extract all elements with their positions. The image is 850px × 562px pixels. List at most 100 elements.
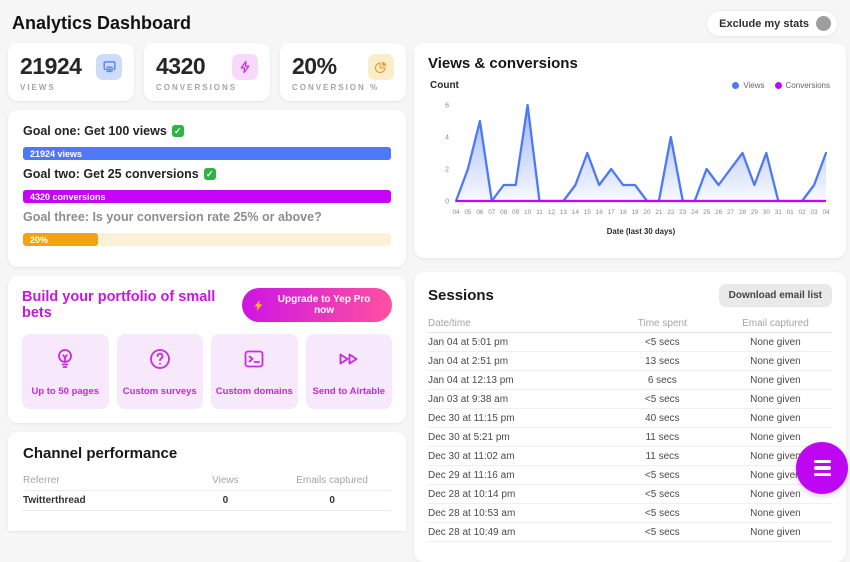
svg-text:13: 13	[560, 209, 568, 216]
channel-cell: Twitterthread	[23, 495, 178, 506]
svg-text:23: 23	[679, 209, 687, 216]
svg-text:02: 02	[799, 209, 807, 216]
stats-row: 21924 VIEWS 4320CONVERSIONS 20% CONVERSION %	[8, 43, 406, 101]
session-cell: None given	[719, 337, 832, 348]
column-header: Emails captured	[273, 475, 391, 486]
chart-title: Views & conversions	[428, 55, 832, 72]
svg-text:15: 15	[584, 209, 592, 216]
svg-text:28: 28	[739, 209, 747, 216]
menu-fab-button[interactable]	[796, 442, 848, 494]
svg-text:19: 19	[631, 209, 639, 216]
session-cell: Jan 04 at 12:13 pm	[428, 375, 606, 386]
legend-dot-icon	[775, 82, 782, 89]
check-icon: ✓	[204, 168, 216, 180]
feature-tile-up-to-50-pages[interactable]: Up to 50 pages	[22, 334, 109, 409]
session-cell: <5 secs	[606, 470, 719, 481]
svg-text:14: 14	[572, 209, 580, 216]
feature-tiles: Up to 50 pages Custom surveys Custom domai…	[22, 334, 392, 409]
goal-progress-label: 4320 conversions	[23, 192, 106, 202]
page-title: Analytics Dashboard	[12, 13, 191, 34]
session-cell: Dec 30 at 11:15 pm	[428, 413, 606, 424]
lightning-icon	[254, 300, 263, 311]
session-cell: None given	[719, 432, 832, 443]
session-row: Jan 04 at 12:13 pm6 secsNone given	[428, 371, 832, 390]
menu-icon	[814, 460, 831, 477]
upgrade-button-label: Upgrade to Yep Pro now	[268, 294, 380, 316]
svg-text:07: 07	[488, 209, 496, 216]
stat-card-conversions: 4320CONVERSIONS	[144, 43, 270, 101]
session-row: Jan 04 at 2:51 pm13 secsNone given	[428, 352, 832, 371]
feature-label: Custom domains	[216, 386, 293, 397]
svg-text:01: 01	[787, 209, 795, 216]
session-cell: None given	[719, 375, 832, 386]
svg-text:05: 05	[464, 209, 472, 216]
session-row: Jan 04 at 5:01 pm<5 secsNone given	[428, 333, 832, 352]
column-header: Date/time	[428, 318, 606, 329]
stat-label: CONVERSIONS	[156, 83, 258, 92]
lightning-icon	[232, 54, 258, 80]
goal-text: Goal two: Get 25 conversions	[23, 167, 199, 181]
svg-text:25: 25	[703, 209, 711, 216]
feature-tile-custom-domains[interactable]: Custom domains	[211, 334, 298, 409]
exclude-my-stats-label: Exclude my stats	[719, 18, 809, 30]
feature-label: Up to 50 pages	[31, 386, 99, 397]
portfolio-card: Build your portfolio of small bets Upgra…	[8, 276, 406, 423]
svg-text:26: 26	[715, 209, 723, 216]
monitor-icon	[96, 54, 122, 80]
svg-text:10: 10	[524, 209, 532, 216]
feature-label: Send to Airtable	[313, 386, 386, 397]
svg-text:30: 30	[763, 209, 771, 216]
session-cell: 40 secs	[606, 413, 719, 424]
views-conversions-card: Views & conversions Count ViewsConversio…	[414, 43, 846, 258]
channel-performance-title: Channel performance	[23, 445, 391, 462]
session-cell: <5 secs	[606, 527, 719, 538]
feature-label: Custom surveys	[123, 386, 197, 397]
fast-forward-icon	[336, 347, 362, 376]
goal-progress-bar-2: 4320 conversions	[23, 190, 391, 203]
legend-dot-icon	[732, 82, 739, 89]
session-row: Jan 03 at 9:38 am<5 secsNone given	[428, 390, 832, 409]
upgrade-to-pro-button[interactable]: Upgrade to Yep Pro now	[242, 288, 392, 322]
toggle-knob-icon[interactable]	[816, 16, 831, 31]
session-cell: 11 secs	[606, 451, 719, 462]
svg-text:12: 12	[548, 209, 556, 216]
session-row: Dec 30 at 5:21 pm11 secsNone given	[428, 428, 832, 447]
stat-label: VIEWS	[20, 83, 122, 92]
portfolio-title: Build your portfolio of small bets	[22, 289, 242, 321]
session-cell: <5 secs	[606, 508, 719, 519]
svg-text:04: 04	[452, 209, 460, 216]
sessions-card: Sessions Download email list Date/timeTi…	[414, 272, 846, 562]
sessions-table: Date/timeTime spentEmail capturedJan 04 …	[428, 314, 832, 542]
session-row: Dec 28 at 10:14 pm<5 secsNone given	[428, 485, 832, 504]
stat-card-views: 21924 VIEWS	[8, 43, 134, 101]
right-column: Views & conversions Count ViewsConversio…	[414, 43, 846, 562]
session-cell: <5 secs	[606, 394, 719, 405]
session-row: Dec 30 at 11:02 am11 secsNone given	[428, 447, 832, 466]
session-cell: <5 secs	[606, 489, 719, 500]
stat-label: CONVERSION %	[292, 83, 394, 92]
feature-tile-custom-surveys[interactable]: Custom surveys	[117, 334, 204, 409]
channel-row: Twitterthread00	[23, 491, 391, 511]
exclude-my-stats-toggle[interactable]: Exclude my stats	[706, 10, 838, 37]
stat-value: 20%	[292, 53, 337, 80]
session-row: Dec 30 at 11:15 pm40 secsNone given	[428, 409, 832, 428]
download-email-list-button[interactable]: Download email list	[719, 284, 832, 307]
session-cell: Jan 04 at 5:01 pm	[428, 337, 606, 348]
svg-text:29: 29	[751, 209, 759, 216]
channel-cell: 0	[273, 495, 391, 506]
question-icon	[148, 347, 172, 376]
y-axis-title: Count	[430, 80, 459, 91]
session-cell: Dec 30 at 5:21 pm	[428, 432, 606, 443]
feature-tile-send-to-airtable[interactable]: Send to Airtable	[306, 334, 393, 409]
stat-value: 21924	[20, 53, 81, 80]
channel-table: ReferrerViewsEmails captured Twitterthrea…	[23, 471, 391, 511]
session-cell: None given	[719, 413, 832, 424]
session-row: Dec 29 at 11:16 am<5 secsNone given	[428, 466, 832, 485]
sessions-header-row: Date/timeTime spentEmail captured	[428, 314, 832, 333]
svg-text:16: 16	[596, 209, 604, 216]
goals-card: Goal one: Get 100 views✓21924 viewsGoal …	[8, 110, 406, 267]
session-cell: None given	[719, 527, 832, 538]
session-cell: Dec 28 at 10:53 am	[428, 508, 606, 519]
goal-title-2: Goal two: Get 25 conversions ✓	[23, 167, 391, 181]
channel-header-row: ReferrerViewsEmails captured	[23, 471, 391, 491]
